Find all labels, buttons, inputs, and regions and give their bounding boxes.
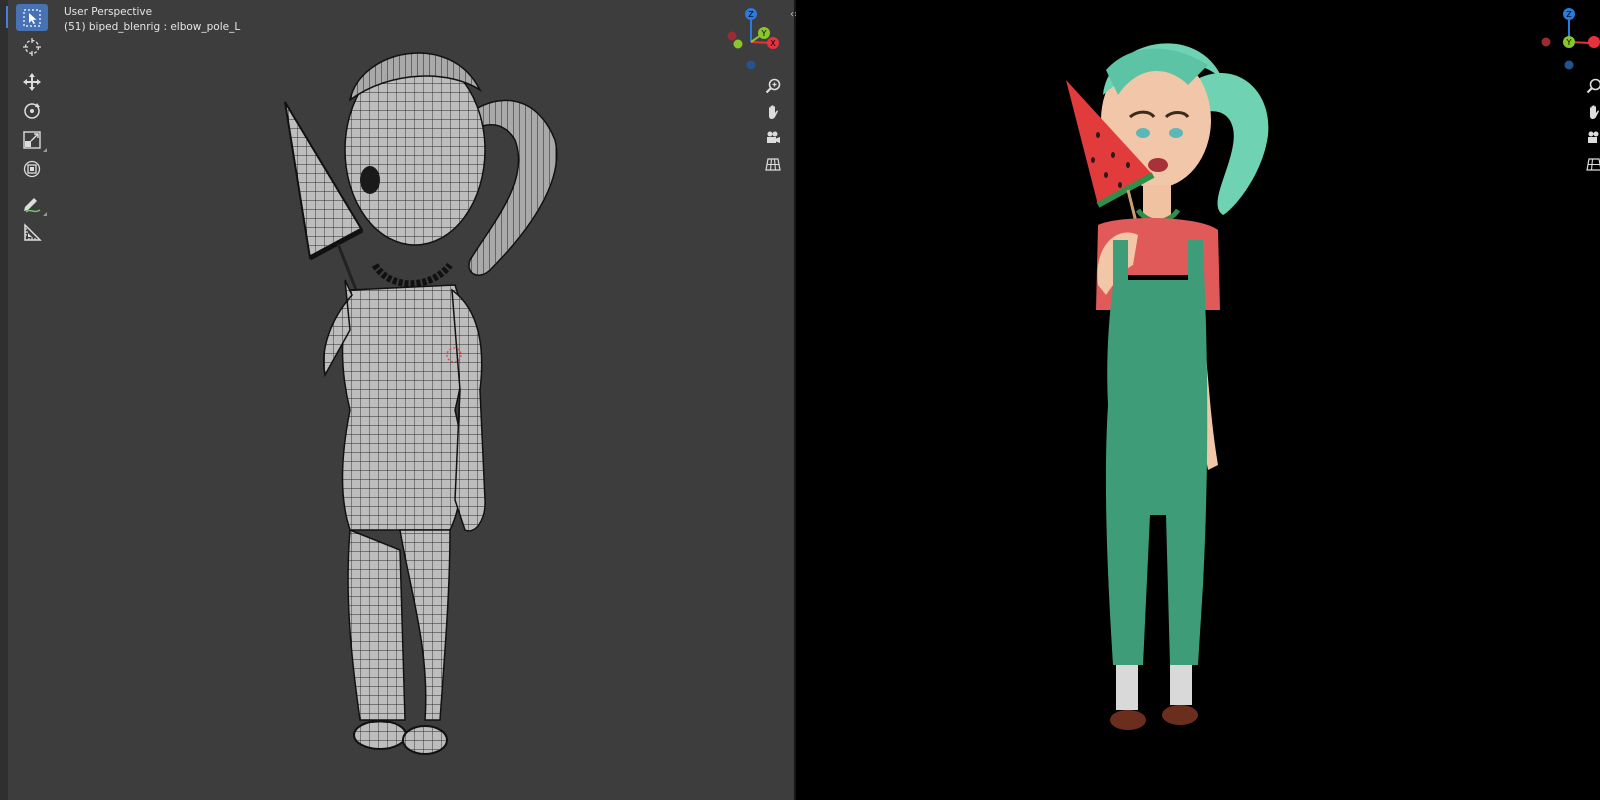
- viewport-navigation: [761, 74, 785, 178]
- camera-view-button[interactable]: [1582, 126, 1600, 150]
- right-viewport-render[interactable]: Z Y: [796, 0, 1600, 800]
- axis-gizmo[interactable]: Z Y X: [718, 6, 782, 74]
- scale-tool[interactable]: [16, 126, 48, 153]
- active-edge-accent: [6, 6, 8, 28]
- select-box-icon: [23, 8, 41, 27]
- pencil-icon: [24, 197, 41, 213]
- select-box-tool[interactable]: [16, 4, 48, 31]
- viewport-header: User Perspective (51) biped_blenrig : el…: [64, 5, 240, 35]
- grid-icon: [765, 158, 781, 171]
- viewport-navigation-render: [1582, 74, 1600, 178]
- transform-tool[interactable]: [16, 155, 48, 182]
- move-tool[interactable]: [16, 68, 48, 95]
- z-axis-label: Z: [748, 10, 754, 19]
- zoom-icon: [765, 78, 781, 94]
- rotate-tool[interactable]: [16, 97, 48, 124]
- y-axis-label: Y: [1566, 38, 1572, 47]
- z-axis-label: Z: [1566, 10, 1572, 19]
- camera-view-button[interactable]: [761, 126, 785, 150]
- neg-x-axis-handle[interactable]: [727, 31, 737, 41]
- ortho-toggle-button[interactable]: [1582, 152, 1600, 176]
- camera-icon: [767, 131, 780, 143]
- tool-options-corner: [43, 212, 47, 216]
- rotate-icon: [24, 102, 40, 119]
- left-edge-bar: [0, 0, 8, 800]
- neg-x-axis-handle[interactable]: [1541, 37, 1551, 47]
- axis-gizmo-render[interactable]: Z Y: [1536, 6, 1600, 74]
- neg-z-axis-handle[interactable]: [746, 60, 756, 70]
- ruler-icon: [24, 222, 42, 241]
- cursor-icon: [23, 37, 41, 56]
- measure-tool[interactable]: [16, 219, 48, 246]
- neg-y-axis-handle[interactable]: [733, 39, 743, 49]
- neg-z-axis-handle[interactable]: [1564, 60, 1574, 70]
- pan-button[interactable]: [761, 100, 785, 124]
- active-object-label: (51) biped_blenrig : elbow_pole_L: [64, 21, 241, 33]
- cursor-tool[interactable]: [16, 33, 48, 60]
- camera-icon: [1588, 131, 1599, 143]
- move-icon: [23, 72, 41, 91]
- hand-pan-icon: [1590, 105, 1599, 119]
- hand-pan-icon: [769, 105, 778, 119]
- annotate-tool[interactable]: [16, 190, 48, 217]
- x-axis-handle[interactable]: [1588, 36, 1600, 48]
- tool-options-corner: [43, 148, 47, 152]
- wireframe-character-mesh[interactable]: [280, 30, 580, 770]
- scale-icon: [23, 130, 41, 149]
- transform-icon: [23, 160, 41, 177]
- view-mode-label: User Perspective: [64, 6, 153, 18]
- ortho-toggle-button[interactable]: [761, 152, 785, 176]
- grid-icon: [1586, 158, 1600, 171]
- x-axis-label: X: [770, 39, 776, 48]
- zoom-button[interactable]: [1582, 74, 1600, 98]
- left-viewport[interactable]: User Perspective (51) biped_blenrig : el…: [0, 0, 794, 800]
- y-axis-label: Y: [761, 29, 767, 38]
- rendered-character[interactable]: [1058, 25, 1298, 765]
- zoom-icon: [1586, 78, 1600, 94]
- pan-button[interactable]: [1582, 100, 1600, 124]
- zoom-button[interactable]: [761, 74, 785, 98]
- tool-shelf: [16, 4, 50, 248]
